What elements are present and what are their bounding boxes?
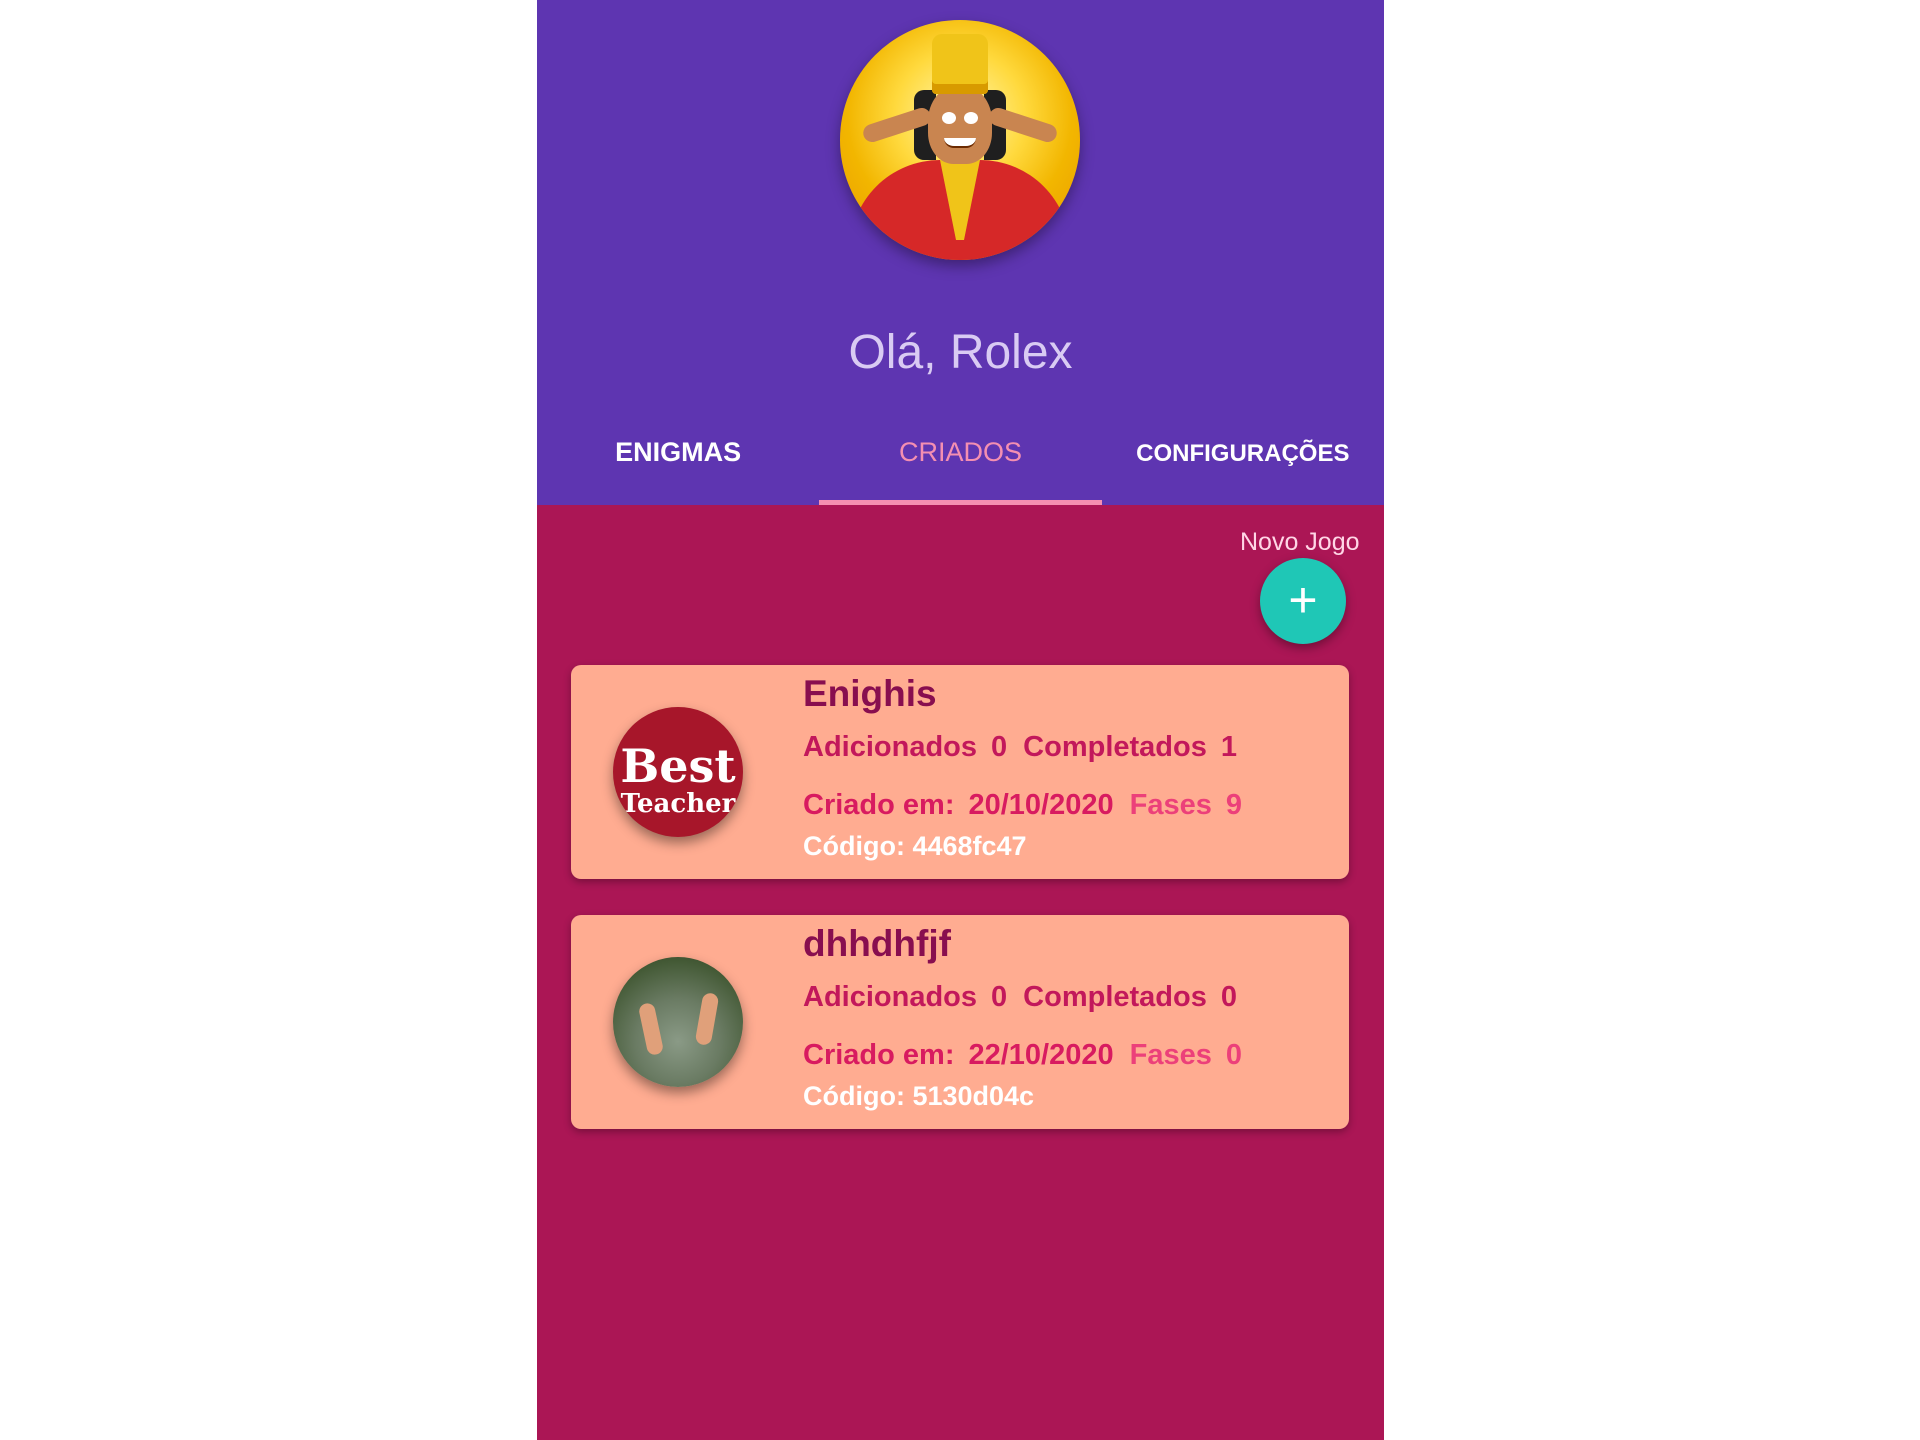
game-thumbnail [613,957,743,1087]
game-stats: Adicionados 0 Completados 1 [803,731,1237,764]
thumbnail-word-best: Best [620,739,736,793]
created-label: Criado em: [803,1039,955,1071]
phases-label: Fases [1129,1039,1212,1071]
added-count: 0 [991,981,1008,1013]
greeting-text: Olá, Rolex [848,326,1073,379]
avatar-crown [932,34,988,94]
game-title: Enighis [803,673,937,714]
app-screen: Olá, Rolex ENIGMAS CRIADOS CONFIGURAÇÕES… [537,0,1384,1440]
game-created-info: Criado em: 20/10/2020 Fases 9 [803,789,1242,822]
added-count: 0 [991,731,1008,763]
phases-count: 0 [1225,1039,1243,1071]
game-code: Código: 5130d04c [803,1081,1035,1111]
user-avatar[interactable] [840,20,1080,260]
completed-count: 0 [1220,981,1237,1013]
game-card[interactable]: dhhdhfjf Adicionados 0 Completados 0 Criado… [571,915,1349,1129]
avatar-face [928,86,992,164]
thumbnail-hand-right [694,992,720,1046]
completed-count: 1 [1220,731,1237,763]
plus-icon: + [1288,572,1318,628]
completed-label: Completados [1023,981,1207,1013]
tab-criados-label: CRIADOS [898,437,1022,467]
added-label: Adicionados [803,981,978,1013]
created-date: 22/10/2020 [968,1039,1114,1071]
profile-header: Olá, Rolex ENIGMAS CRIADOS CONFIGURAÇÕES [537,0,1384,505]
new-game-label: Novo Jogo [1240,528,1360,556]
avatar-mouth [944,138,976,148]
completed-label: Completados [1023,731,1207,763]
created-date: 20/10/2020 [968,789,1114,821]
thumbnail-hand-left [637,1001,665,1057]
tab-enigmas[interactable]: ENIGMAS [537,430,819,505]
tab-criados[interactable]: CRIADOS [819,430,1102,505]
thumbnail-word-teacher: Teacher [620,789,736,819]
game-stats: Adicionados 0 Completados 0 [803,981,1237,1014]
avatar-eye-right [964,112,978,124]
game-card[interactable]: Best Teacher Enighis Adicionados 0 Complet… [571,665,1349,879]
tab-configuracoes[interactable]: CONFIGURAÇÕES [1102,430,1384,505]
created-label: Criado em: [803,789,955,821]
phases-label: Fases [1129,789,1212,821]
added-label: Adicionados [803,731,978,763]
new-game-button[interactable]: + [1260,558,1346,644]
tab-configuracoes-label: CONFIGURAÇÕES [1136,440,1350,467]
avatar-eye-left [942,112,956,124]
phases-count: 9 [1225,789,1243,821]
game-created-info: Criado em: 22/10/2020 Fases 0 [803,1039,1242,1072]
game-title: dhhdhfjf [803,923,951,964]
tab-enigmas-label: ENIGMAS [615,437,742,467]
game-thumbnail: Best Teacher [613,707,743,837]
active-tab-indicator [819,500,1102,505]
game-code: Código: 4468fc47 [803,831,1027,861]
tab-bar: ENIGMAS CRIADOS CONFIGURAÇÕES [537,430,1384,505]
